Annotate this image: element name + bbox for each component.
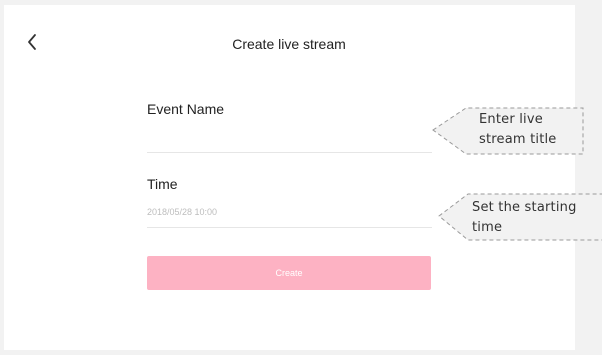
event-name-underline bbox=[147, 152, 432, 153]
time-input[interactable] bbox=[147, 201, 432, 223]
time-annotation-line2: time bbox=[472, 220, 503, 235]
time-label: Time bbox=[147, 176, 178, 192]
event-name-annotation: Enter live stream title bbox=[430, 107, 586, 157]
create-button[interactable]: Create bbox=[147, 256, 431, 290]
event-name-input[interactable] bbox=[147, 128, 432, 150]
event-name-annotation-line1: Enter live bbox=[479, 112, 543, 127]
event-name-annotation-line2: stream title bbox=[479, 132, 557, 147]
time-annotation-line1: Set the starting bbox=[472, 200, 577, 215]
event-name-label: Event Name bbox=[147, 101, 225, 117]
create-live-stream-panel bbox=[4, 5, 575, 350]
page: Create live stream Event Name Time Creat… bbox=[0, 0, 602, 355]
time-underline bbox=[147, 227, 432, 228]
page-title: Create live stream bbox=[232, 36, 346, 52]
time-annotation: Set the starting time bbox=[436, 193, 602, 243]
